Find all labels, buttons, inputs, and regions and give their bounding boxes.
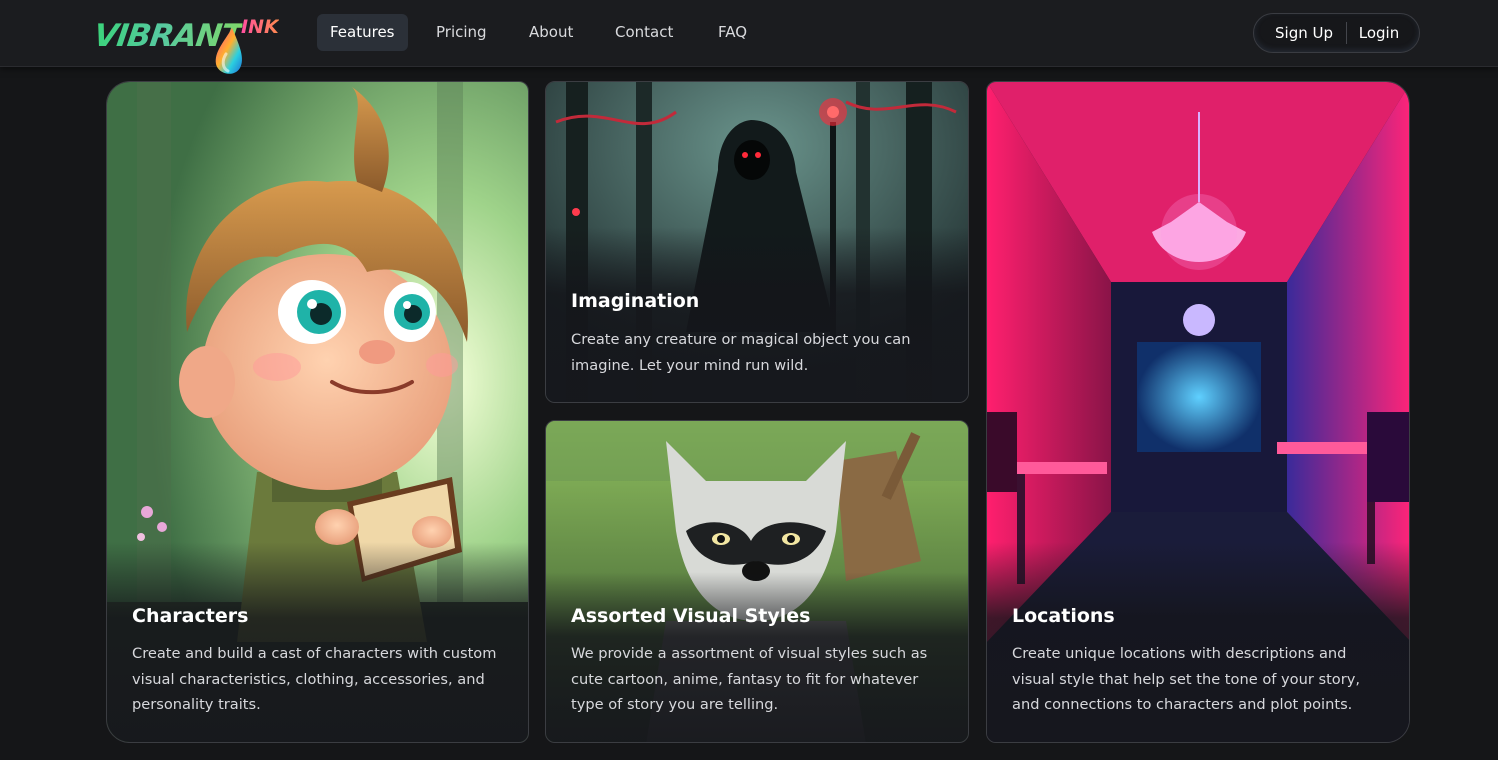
card-description: Create any creature or magical object yo… xyxy=(571,331,911,374)
card-description: We provide a assortment of visual styles… xyxy=(571,645,928,713)
nav-features[interactable]: Features xyxy=(317,14,408,51)
card-title: Locations xyxy=(1012,605,1115,627)
card-description: Create and build a cast of characters wi… xyxy=(132,645,497,713)
nav-pricing[interactable]: Pricing xyxy=(423,14,500,51)
feature-card-visual-styles[interactable]: Assorted Visual Styles We provide a asso… xyxy=(545,420,969,743)
nav-about[interactable]: About xyxy=(516,14,586,51)
feature-card-imagination[interactable]: Imagination Create any creature or magic… xyxy=(545,81,969,403)
vibrant-ink-logo[interactable]: VIBRANT INK xyxy=(91,12,284,78)
nav-faq[interactable]: FAQ xyxy=(705,14,760,51)
auth-divider xyxy=(1346,22,1347,44)
top-navbar: VIBRANT INK Features Pricing About Conta… xyxy=(0,0,1498,74)
card-title: Imagination xyxy=(571,290,700,312)
auth-buttons: Sign Up Login xyxy=(1253,13,1420,53)
login-button[interactable]: Login xyxy=(1349,14,1409,52)
nav-contact[interactable]: Contact xyxy=(602,14,686,51)
ink-drop-icon xyxy=(215,28,243,74)
card-title: Assorted Visual Styles xyxy=(571,605,811,627)
card-title: Characters xyxy=(132,605,249,627)
card-description: Create unique locations with description… xyxy=(1012,645,1361,713)
logo-accent: INK xyxy=(241,16,279,38)
feature-card-locations[interactable]: Locations Create unique locations with d… xyxy=(986,81,1410,743)
feature-card-characters[interactable]: Characters Create and build a cast of ch… xyxy=(106,81,529,743)
sign-up-button[interactable]: Sign Up xyxy=(1266,14,1342,52)
